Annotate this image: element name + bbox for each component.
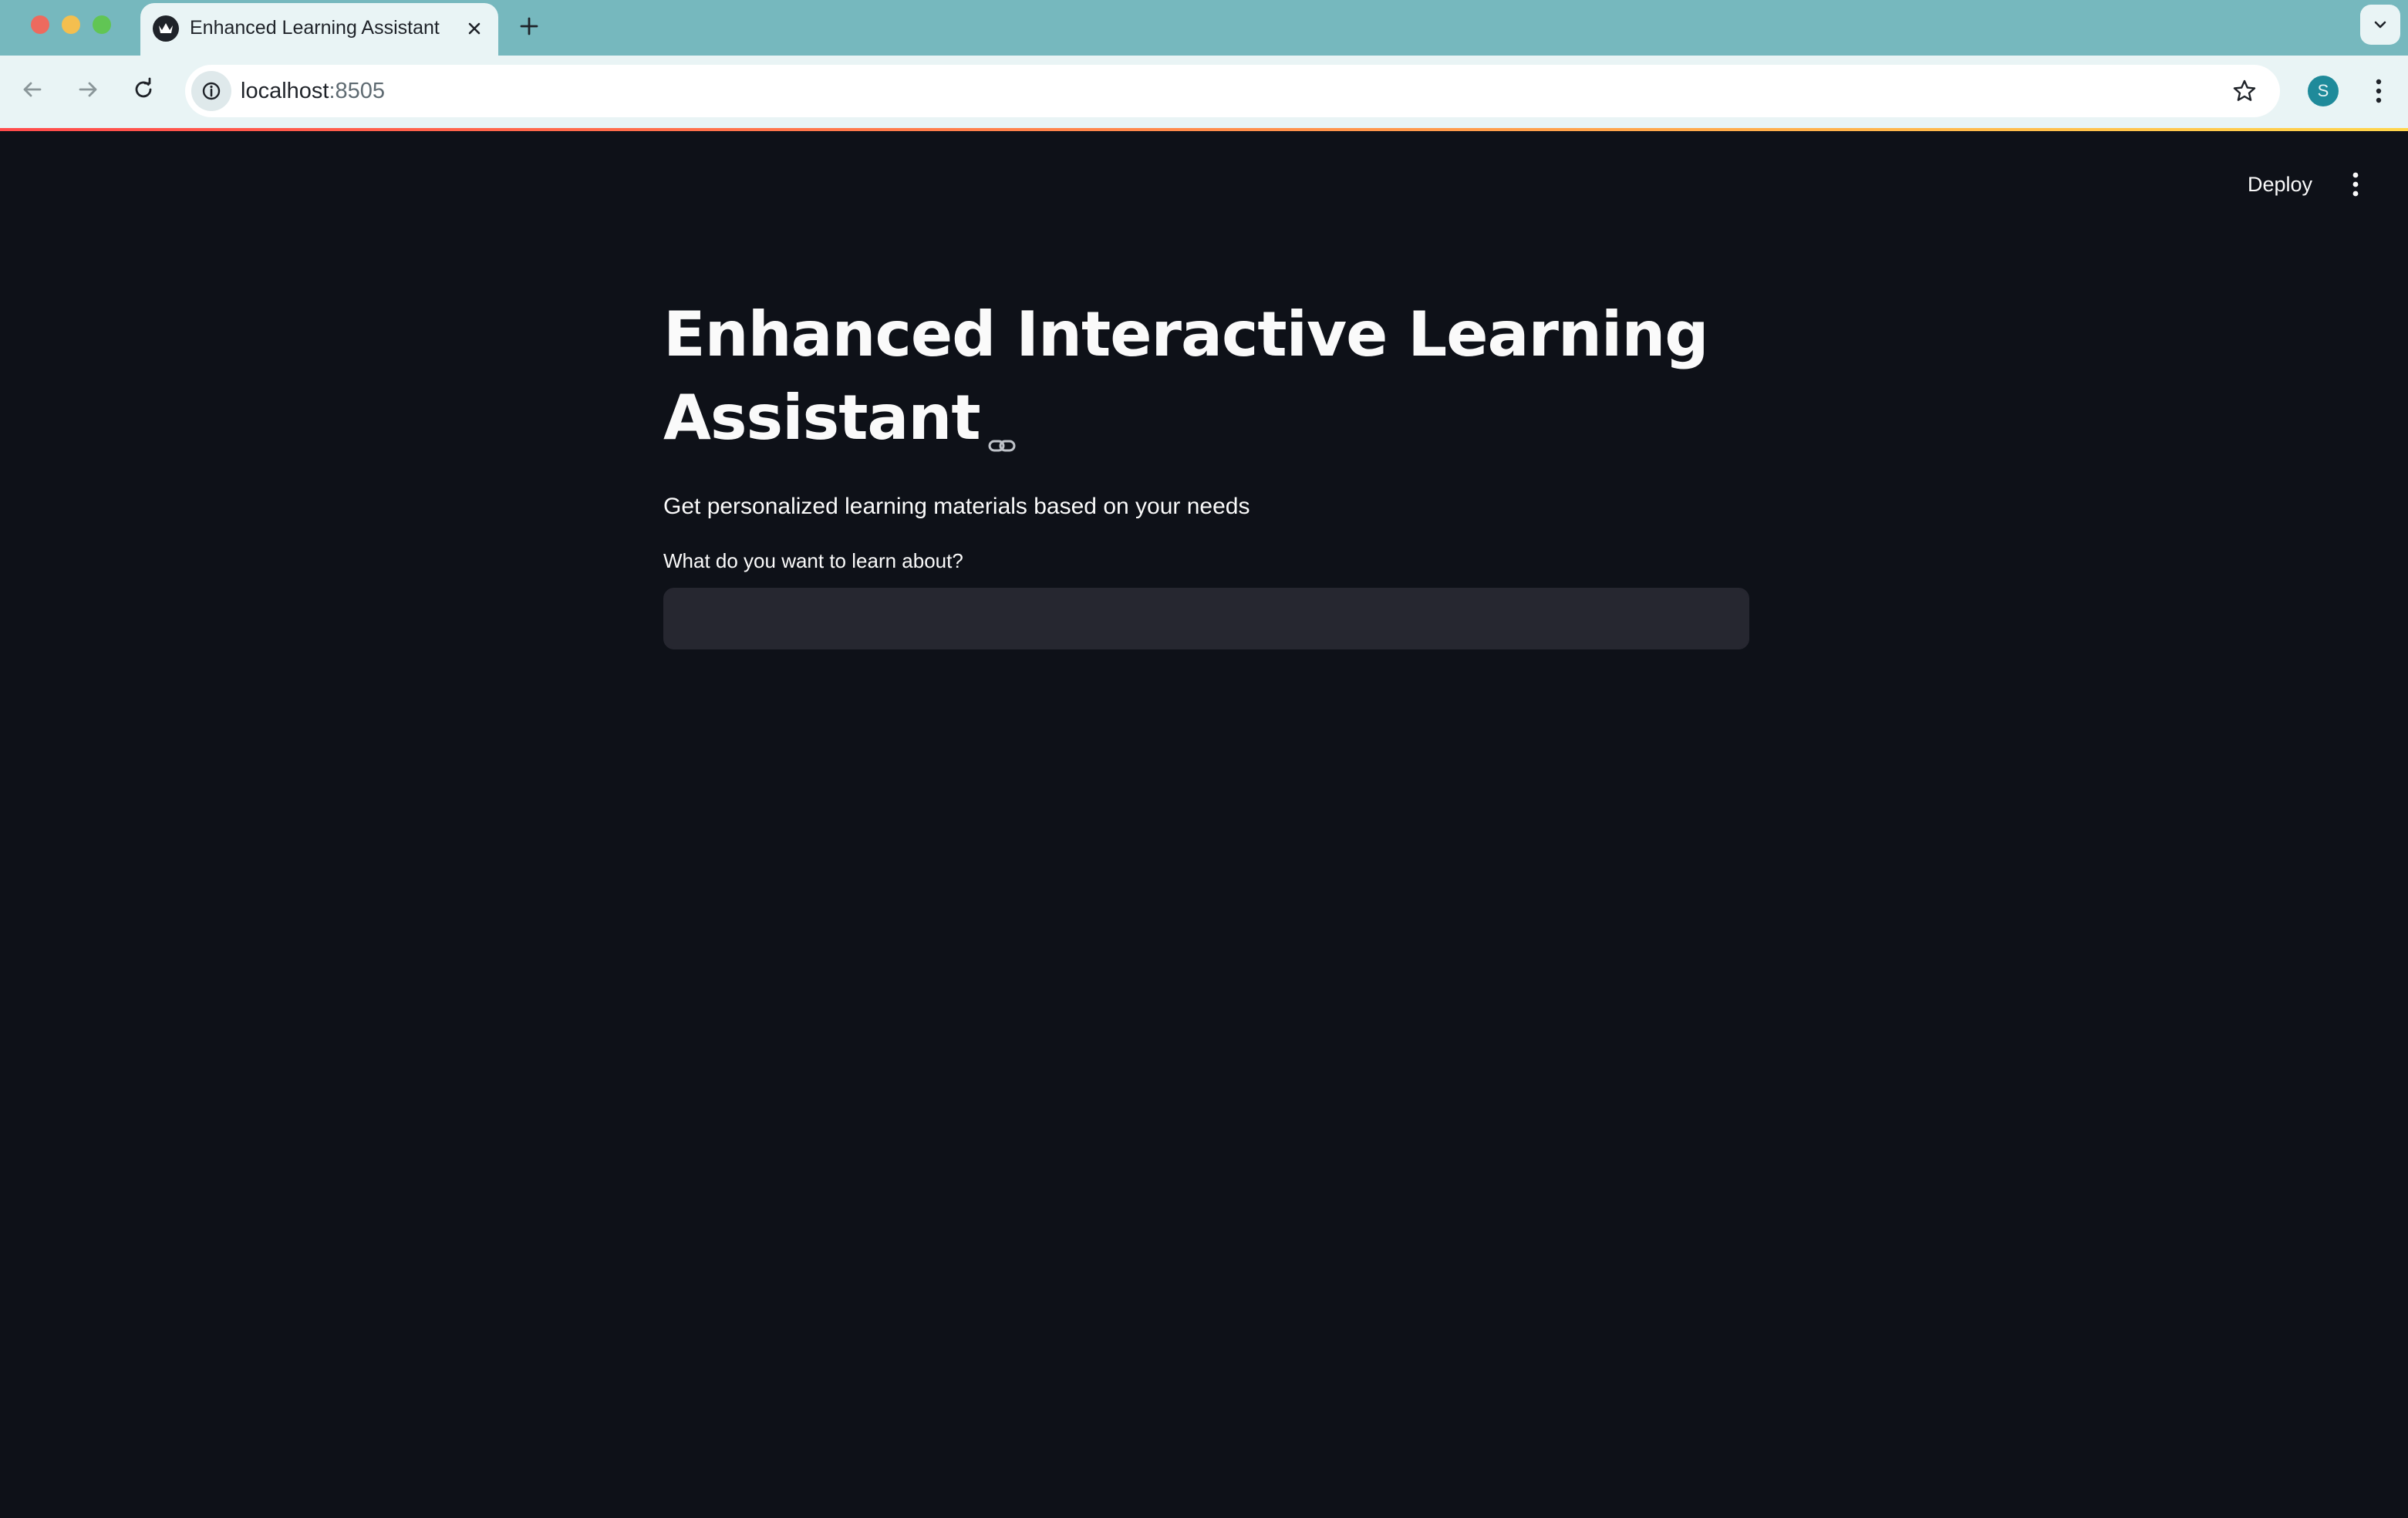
page-subtitle: Get personalized learning materials base… bbox=[663, 494, 1250, 519]
arrow-left-icon[interactable] bbox=[17, 74, 48, 105]
main-content: Enhanced Interactive Learning Assistant … bbox=[663, 293, 1751, 649]
star-icon[interactable] bbox=[2229, 76, 2260, 106]
page-title: Enhanced Interactive Learning Assistant bbox=[663, 293, 1751, 460]
link-icon[interactable] bbox=[985, 400, 1019, 452]
topic-input[interactable] bbox=[663, 588, 1749, 649]
reload-icon[interactable] bbox=[128, 74, 159, 105]
tab-search-button[interactable] bbox=[2360, 5, 2400, 45]
profile-avatar[interactable]: S bbox=[2308, 76, 2339, 106]
browser-tab[interactable]: Enhanced Learning Assistant bbox=[140, 3, 498, 56]
arrow-right-icon[interactable] bbox=[73, 74, 103, 105]
page-title-text: Enhanced Interactive Learning Assistant bbox=[663, 299, 1709, 454]
minimize-window-button[interactable] bbox=[62, 15, 80, 34]
address-bar[interactable]: localhost:8505 bbox=[185, 65, 2280, 117]
tab-title: Enhanced Learning Assistant bbox=[190, 17, 440, 39]
url-port: :8505 bbox=[329, 79, 386, 103]
app-main-menu-icon[interactable] bbox=[2340, 167, 2371, 202]
plus-icon[interactable] bbox=[515, 12, 543, 40]
streamlit-crown-icon bbox=[153, 15, 179, 42]
close-window-button[interactable] bbox=[31, 15, 49, 34]
maximize-window-button[interactable] bbox=[93, 15, 111, 34]
chevron-down-icon bbox=[2374, 21, 2386, 29]
close-icon[interactable] bbox=[463, 17, 486, 40]
browser-toolbar: localhost:8505 S bbox=[0, 56, 2408, 128]
deploy-button[interactable]: Deploy bbox=[2234, 165, 2326, 204]
kebab-menu-icon[interactable] bbox=[2363, 74, 2394, 108]
info-icon[interactable] bbox=[191, 71, 231, 111]
topic-input-label: What do you want to learn about? bbox=[663, 549, 963, 572]
browser-tabstrip: Enhanced Learning Assistant bbox=[0, 0, 2408, 56]
url-host: localhost bbox=[241, 79, 329, 103]
url-text: localhost:8505 bbox=[241, 77, 385, 105]
streamlit-decoration-bar bbox=[0, 128, 2408, 131]
